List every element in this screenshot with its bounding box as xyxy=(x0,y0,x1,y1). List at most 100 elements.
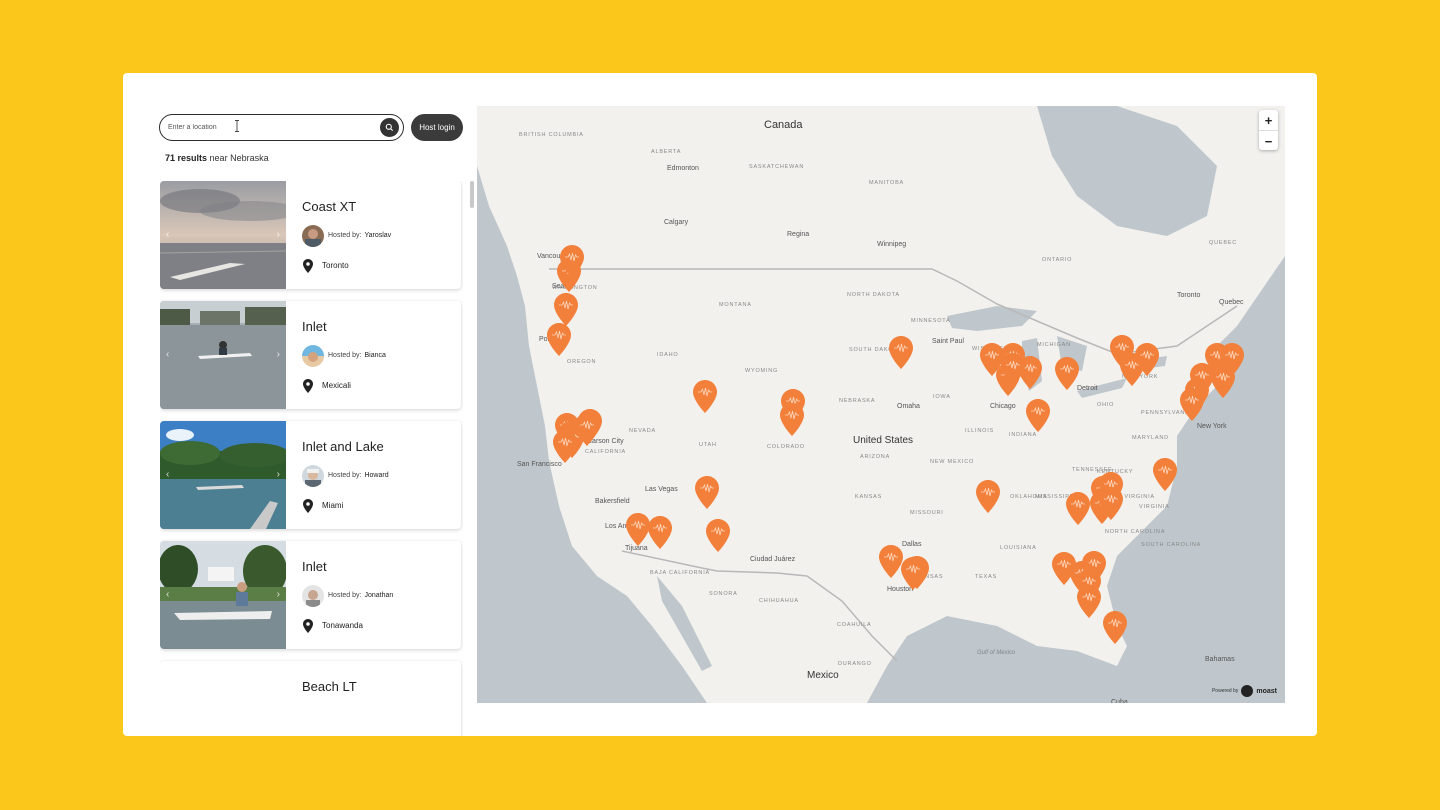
city-label: Toronto xyxy=(1177,292,1200,299)
zoom-in-button[interactable]: + xyxy=(1259,110,1278,130)
region-label: ILLINOIS xyxy=(965,428,994,434)
listing-card[interactable]: ‹ › Inlet and Lake Hosted by: Howard Miam… xyxy=(160,421,461,529)
region-label: TEXAS xyxy=(975,574,997,580)
host-name: Yaroslav xyxy=(364,232,392,239)
region-label: UTAH xyxy=(699,442,717,448)
hosted-by-label: Hosted by: xyxy=(328,232,362,239)
city-label: New York xyxy=(1197,423,1227,430)
city-label: Omaha xyxy=(897,403,920,410)
next-photo-icon[interactable]: › xyxy=(277,589,280,600)
photo-placeholder xyxy=(160,661,286,736)
region-label: BRITISH COLUMBIA xyxy=(519,132,584,138)
listing-title[interactable]: Inlet xyxy=(302,559,327,574)
location-pin-icon xyxy=(303,499,313,513)
zoom-control: + − xyxy=(1259,110,1278,150)
region-label: MANITOBA xyxy=(869,180,904,186)
region-label: WYOMING xyxy=(745,368,778,374)
host-avatar xyxy=(302,465,324,487)
hosted-by-label: Hosted by: xyxy=(328,352,362,359)
next-photo-icon[interactable]: › xyxy=(277,229,280,240)
host-info: Hosted by: Bianca xyxy=(328,352,386,359)
next-photo-icon[interactable]: › xyxy=(277,469,280,480)
host-login-button[interactable]: Host login xyxy=(411,114,463,141)
city-label: Houston xyxy=(887,586,913,593)
listing-card[interactable]: Beach LT xyxy=(160,661,461,736)
region-label: MICHIGAN xyxy=(1037,342,1071,348)
region-label: COAHUILA xyxy=(837,622,872,628)
host-name: Bianca xyxy=(364,352,386,359)
location-pin-icon xyxy=(303,259,313,273)
region-label: NEW MEXICO xyxy=(930,459,974,465)
region-label: KANSAS xyxy=(855,494,882,500)
next-photo-icon[interactable]: › xyxy=(277,349,280,360)
region-label: OHIO xyxy=(1097,402,1114,408)
region-label: MONTANA xyxy=(719,302,752,308)
host-avatar xyxy=(302,345,324,367)
region-label: ARIZONA xyxy=(860,454,890,460)
region-label: NEBRASKA xyxy=(839,398,875,404)
region-label: NORTH CAROLINA xyxy=(1105,529,1165,535)
listing-card[interactable]: ‹ › Inlet Hosted by: Bianca Mexicali xyxy=(160,301,461,409)
city-label: Cuba xyxy=(1111,699,1128,703)
listing-location: Miami xyxy=(322,501,344,510)
host-info: Hosted by: Howard xyxy=(328,472,389,479)
search-panel: Host login 71 results near Nebraska xyxy=(123,73,477,736)
listing-photo[interactable] xyxy=(160,661,286,736)
listing-photo[interactable]: ‹ › xyxy=(160,301,286,409)
map-attribution: Powered by moast xyxy=(1212,685,1277,697)
host-name: Jonathan xyxy=(364,592,394,599)
country-label: Mexico xyxy=(807,670,839,681)
search-box[interactable] xyxy=(159,114,404,141)
location-search-input[interactable] xyxy=(168,120,373,135)
zoom-out-button[interactable]: − xyxy=(1259,131,1278,151)
city-label: Bakersfield xyxy=(595,498,630,505)
location-pin-icon xyxy=(303,619,313,633)
region-label: ALBERTA xyxy=(651,149,681,155)
host-name: Howard xyxy=(364,472,389,479)
kayak-photo-lake xyxy=(160,421,286,529)
listing-photo[interactable]: ‹ › xyxy=(160,541,286,649)
map-view[interactable]: Canada United States Mexico Edmonton Calgary… xyxy=(477,106,1285,703)
host-avatar xyxy=(302,225,324,247)
listing-title[interactable]: Beach LT xyxy=(302,679,357,694)
listing-title[interactable]: Inlet and Lake xyxy=(302,439,384,454)
prev-photo-icon[interactable]: ‹ xyxy=(166,469,169,480)
listing-title[interactable]: Coast XT xyxy=(302,199,356,214)
listing-photo[interactable]: ‹ › xyxy=(160,421,286,529)
location-pin-icon xyxy=(303,379,313,393)
region-label: VIRGINIA xyxy=(1139,504,1170,510)
search-button[interactable] xyxy=(380,118,399,137)
region-label: OREGON xyxy=(567,359,596,365)
prev-photo-icon[interactable]: ‹ xyxy=(166,229,169,240)
region-label: NEVADA xyxy=(629,428,656,434)
results-summary: 71 results near Nebraska xyxy=(165,153,269,163)
region-label: IDAHO xyxy=(657,352,678,358)
city-label: Dallas xyxy=(902,541,922,548)
prev-photo-icon[interactable]: ‹ xyxy=(166,349,169,360)
map-canvas[interactable]: Canada United States Mexico Edmonton Calgary… xyxy=(477,106,1285,703)
region-label: MISSOURI xyxy=(910,510,944,516)
city-label: Saint Paul xyxy=(932,338,964,345)
city-label: Calgary xyxy=(664,219,689,226)
listing-title[interactable]: Inlet xyxy=(302,319,327,334)
city-label: Winnipeg xyxy=(877,241,906,248)
listing-card[interactable]: ‹ › Coast XT Hosted by: Yaroslav Toronto xyxy=(160,181,461,289)
host-avatar xyxy=(302,585,324,607)
region-label: SONORA xyxy=(709,591,738,597)
listing-scrollbar[interactable] xyxy=(470,181,474,208)
search-icon xyxy=(385,123,394,132)
city-label: San Francisco xyxy=(517,461,562,468)
region-label: CALIFORNIA xyxy=(585,449,626,455)
prev-photo-icon[interactable]: ‹ xyxy=(166,589,169,600)
hosted-by-label: Hosted by: xyxy=(328,592,362,599)
region-label: IOWA xyxy=(933,394,951,400)
region-label: BAJA CALIFORNIA xyxy=(650,570,710,576)
listing-photo[interactable]: ‹ › xyxy=(160,181,286,289)
country-label: United States xyxy=(853,435,913,446)
powered-by-text: Powered by xyxy=(1211,688,1239,694)
region-label: SOUTH CAROLINA xyxy=(1141,542,1201,548)
hosted-by-label: Hosted by: xyxy=(328,472,362,479)
city-label: Las Vegas xyxy=(645,486,678,493)
listing-card[interactable]: ‹ › Inlet Hosted by: Jonathan Tonawanda xyxy=(160,541,461,649)
region-label: CHIHUAHUA xyxy=(759,598,799,604)
